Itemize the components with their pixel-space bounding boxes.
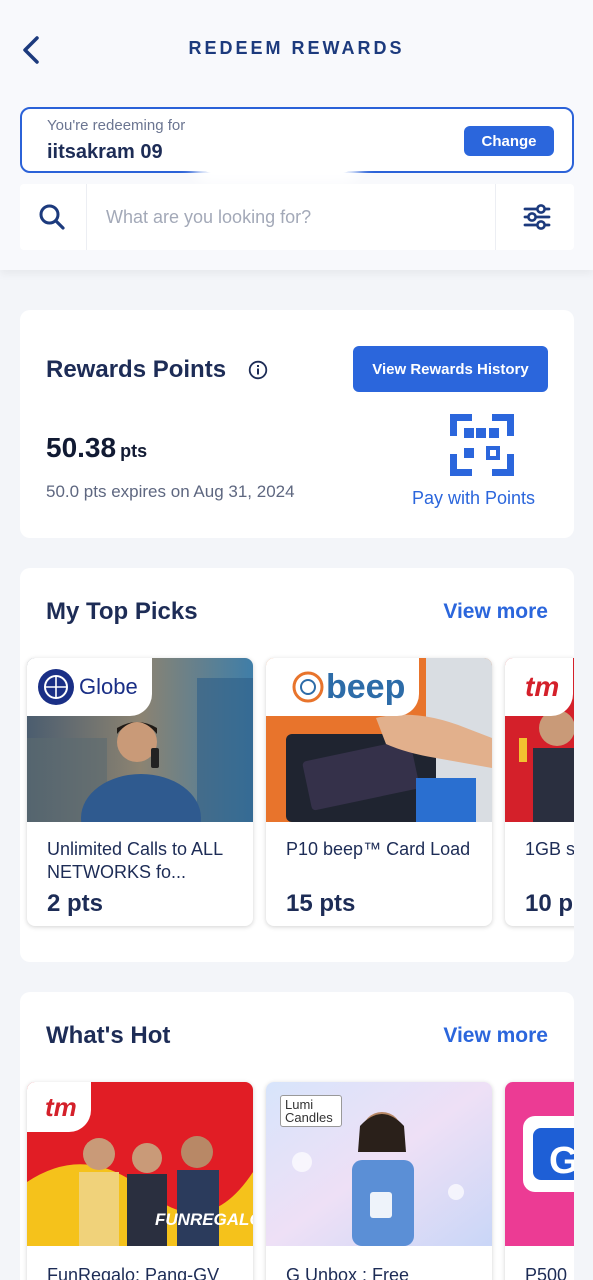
reward-name: Unlimited Calls to ALL NETWORKS fo... — [47, 839, 223, 882]
points-unit: pts — [120, 441, 148, 461]
brand-logo: beep — [266, 658, 420, 716]
whats-hot-section: What's Hot View more FUNREGALO tm FunReg… — [20, 992, 574, 1280]
reward-name: FunRegalo: Pang-GV — [47, 1265, 220, 1280]
brand-name: tm — [525, 671, 560, 702]
change-button[interactable]: Change — [464, 126, 554, 156]
account-name: iitsakram 09 — [47, 141, 163, 163]
view-rewards-history-button[interactable]: View Rewards History — [353, 346, 548, 392]
reward-name: P10 beep™ Card Load — [286, 839, 471, 859]
reward-points: 2 pts — [47, 890, 104, 917]
rewards-points-title: Rewards Points — [46, 356, 227, 383]
brand-logo: Lumi Candles — [266, 1082, 356, 1140]
rewards-points-card: Rewards Points View Rewards History 50.3… — [20, 310, 574, 538]
reward-name: G Unbox : Free — [286, 1265, 410, 1280]
globe-logo-icon — [38, 669, 74, 705]
pay-with-points-link[interactable]: Pay with Points — [412, 488, 535, 509]
brand-name: Globe — [79, 674, 138, 699]
qr-scan-icon[interactable] — [448, 412, 516, 478]
top-picks-section: My Top Picks View more Globe Unlimited C… — [20, 568, 574, 962]
reward-tile[interactable]: FUNREGALO tm FunRegalo: Pang-GV — [27, 1082, 253, 1280]
whats-hot-view-more[interactable]: View more — [443, 1024, 548, 1048]
reward-tile[interactable]: tm 1GB s (SURF 10 p — [505, 658, 574, 926]
points-balance: 50.38 pts — [46, 432, 147, 464]
search-divider — [495, 184, 496, 250]
brand-name: Lumi Candles — [280, 1095, 342, 1127]
beep-logo-icon — [292, 671, 324, 703]
reward-name: 1GB s (SURF — [525, 839, 574, 859]
brand-logo: tm — [27, 1082, 91, 1132]
reward-tile[interactable]: Globe Unlimited Calls to ALL NETWORKS fo… — [27, 658, 253, 926]
points-value: 50.38 — [46, 432, 117, 463]
brand-name: tm — [45, 1091, 77, 1122]
redeeming-label: You're redeeming for — [47, 117, 186, 134]
redacted-area — [202, 137, 352, 173]
brand-name: beep — [326, 667, 406, 706]
search-divider — [86, 184, 87, 250]
top-picks-title: My Top Picks — [46, 598, 198, 625]
reward-points: 10 p — [525, 890, 574, 917]
brand-logo: tm — [505, 658, 574, 716]
page-title: REDEEM REWARDS — [188, 38, 405, 58]
top-picks-view-more[interactable]: View more — [443, 600, 548, 624]
reward-tile[interactable]: beep P10 beep™ Card Load 15 pts — [266, 658, 492, 926]
info-icon[interactable] — [248, 360, 268, 380]
brand-logo: Globe — [27, 658, 152, 716]
reward-tile[interactable]: G P500 — [505, 1082, 574, 1280]
points-expiry: 50.0 pts expires on Aug 31, 2024 — [46, 482, 295, 501]
search-icon[interactable] — [38, 203, 66, 231]
top-bar: REDEEM REWARDS You're redeeming for iits… — [0, 0, 593, 270]
reward-tile[interactable]: Lumi Candles G Unbox : Free — [266, 1082, 492, 1280]
sliders-icon[interactable] — [522, 202, 552, 232]
redeeming-for-box: You're redeeming for iitsakram 09 Change — [20, 107, 574, 173]
brand-name: G — [549, 1140, 574, 1182]
whats-hot-title: What's Hot — [46, 1022, 171, 1049]
reward-points: 15 pts — [286, 890, 356, 917]
promo-image-text: FUNREGALO — [155, 1210, 253, 1229]
reward-name: P500 — [525, 1265, 568, 1280]
search-input[interactable] — [106, 202, 486, 232]
search-bar — [20, 184, 574, 250]
